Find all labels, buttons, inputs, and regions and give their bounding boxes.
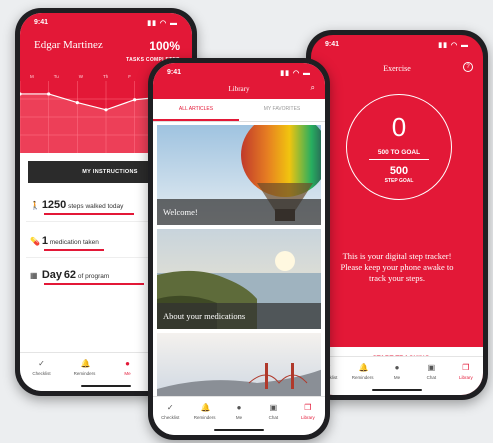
weekday-label: W — [78, 74, 84, 79]
step-goal-label: STEP GOAL — [384, 178, 414, 184]
tab-label: Reminders — [193, 415, 216, 420]
page-title: Exercise — [383, 64, 411, 73]
chat-icon: ▣ — [427, 363, 436, 372]
person-icon: ● — [125, 359, 130, 368]
weekday-label: Th — [103, 74, 109, 79]
pill-icon: 💊 — [30, 237, 40, 246]
program-prefix: Day — [41, 269, 62, 281]
steps-value: 1250 — [41, 199, 67, 211]
weekday-label: Tu — [53, 74, 59, 79]
tab-label: Checklist — [161, 415, 180, 420]
tab-label: Me — [124, 371, 131, 376]
home-indicator — [81, 385, 131, 387]
program-stat: ▦ Day 62 of program — [30, 269, 144, 285]
walking-icon: 🚶 — [30, 201, 40, 210]
article-card[interactable] — [157, 333, 321, 399]
status-bar: 9:41 ▮▮ ◠ ▬ — [153, 63, 325, 81]
program-value: 62 — [63, 269, 77, 281]
medication-progress-bar — [44, 249, 104, 251]
book-icon: ❐ — [304, 403, 312, 412]
signal-icons: ▮▮ ◠ ▬ — [438, 42, 469, 49]
progress-percent: 100% — [149, 39, 180, 53]
tab-label: Chat — [426, 375, 437, 380]
tab-label: Checklist — [32, 371, 51, 376]
status-time: 9:41 — [34, 19, 49, 26]
weekday-label: M — [30, 74, 34, 79]
calendar-icon: ▦ — [30, 271, 38, 280]
article-title: About your medications — [157, 303, 321, 329]
library-screen: 9:41 ▮▮ ◠ ▬ Library ⌕ ALL ARTICLES MY FA… — [153, 63, 325, 435]
home-indicator — [372, 389, 422, 391]
book-icon: ❐ — [462, 363, 470, 372]
tab-library[interactable]: ❐ Library — [291, 397, 325, 435]
program-progress-bar — [44, 283, 144, 285]
weekday-label: F — [128, 74, 131, 79]
tab-checklist[interactable]: ✓ Checklist — [153, 397, 187, 435]
chat-icon: ▣ — [269, 403, 278, 412]
phone-exercise: 9:41 ▮▮ ◠ ▬ Exercise ? 0 500 TO GOAL 500… — [306, 30, 488, 400]
status-time: 9:41 — [167, 69, 182, 76]
tab-label: Me — [393, 375, 401, 380]
medication-label: medication taken — [49, 239, 99, 246]
tab-label: Library — [300, 415, 315, 420]
step-counter-ring: 0 500 TO GOAL 500 STEP GOAL — [346, 94, 452, 200]
article-card[interactable]: Welcome! — [157, 125, 321, 225]
person-icon: ● — [236, 403, 242, 412]
status-time: 9:41 — [325, 41, 340, 48]
status-bar: 9:41 ▮▮ ◠ ▬ — [311, 35, 483, 53]
checkmark-icon: ✓ — [166, 403, 174, 412]
article-card[interactable]: About your medications — [157, 229, 321, 329]
tracker-message: This is your digital step tracker! Pleas… — [340, 251, 454, 283]
bell-icon: 🔔 — [200, 403, 211, 412]
status-bar: 9:41 ▮▮ ◠ ▬ — [20, 13, 192, 31]
home-indicator — [214, 429, 264, 431]
steps-progress-bar — [44, 213, 134, 215]
program-label: of program — [77, 273, 110, 280]
step-count: 0 — [391, 112, 407, 142]
user-name: Edgar Martinez — [34, 39, 103, 51]
tab-label: Reminders — [351, 375, 374, 380]
trend-point — [75, 101, 79, 105]
steps-stat: 🚶 1250 steps walked today — [30, 199, 134, 215]
tab-library[interactable]: ❐ Library — [449, 357, 483, 395]
trend-point — [47, 92, 51, 96]
library-header: 9:41 ▮▮ ◠ ▬ Library ⌕ — [153, 63, 325, 99]
signal-icons: ▮▮ ◠ ▬ — [147, 20, 178, 27]
article-title: Welcome! — [157, 199, 321, 225]
signal-icons: ▮▮ ◠ ▬ — [280, 70, 311, 77]
person-icon: ● — [394, 363, 400, 372]
search-icon[interactable]: ⌕ — [311, 83, 315, 93]
trend-point — [104, 108, 108, 112]
help-icon[interactable]: ? — [463, 62, 473, 72]
step-goal-value: 500 — [389, 165, 409, 177]
tab-checklist[interactable]: ✓ Checklist — [20, 353, 63, 391]
checkmark-icon: ✓ — [38, 359, 45, 368]
medication-value: 1 — [41, 235, 48, 247]
steps-label: steps walked today — [68, 203, 124, 210]
exercise-screen: 9:41 ▮▮ ◠ ▬ Exercise ? 0 500 TO GOAL 500… — [311, 35, 483, 395]
to-goal-label: 500 TO GOAL — [377, 149, 421, 156]
tab-label: Me — [235, 415, 243, 420]
phone-library: 9:41 ▮▮ ◠ ▬ Library ⌕ ALL ARTICLES MY FA… — [148, 58, 330, 440]
bell-icon: 🔔 — [358, 363, 369, 372]
medication-stat: 💊 1 medication taken — [30, 235, 104, 251]
library-tabs: ALL ARTICLES MY FAVORITES — [153, 99, 325, 122]
page-title: Library — [228, 85, 250, 93]
bell-icon: 🔔 — [80, 359, 91, 368]
tab-all-articles[interactable]: ALL ARTICLES — [153, 99, 239, 121]
tab-label: Reminders — [73, 371, 96, 376]
tab-label: Chat — [268, 415, 279, 420]
divider — [369, 159, 429, 160]
tab-my-favorites[interactable]: MY FAVORITES — [239, 99, 325, 121]
tab-label: Library — [458, 375, 473, 380]
trend-point — [133, 98, 137, 102]
